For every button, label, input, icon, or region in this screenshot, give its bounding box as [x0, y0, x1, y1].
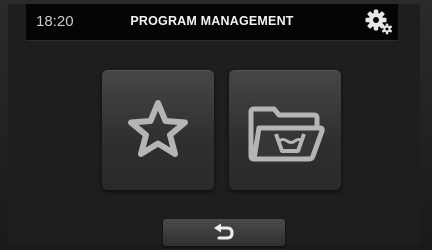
programs-folder-tile[interactable] — [229, 70, 341, 190]
status-header: 18:20 PROGRAM MANAGEMENT — [26, 4, 398, 41]
favorites-tile[interactable] — [102, 70, 214, 190]
page-title: PROGRAM MANAGEMENT — [130, 14, 294, 28]
wash-folder-icon — [248, 106, 325, 162]
star-icon — [128, 100, 188, 157]
return-arrow-icon — [214, 223, 234, 240]
back-button[interactable] — [163, 219, 285, 246]
settings-gears-icon[interactable] — [364, 8, 394, 36]
